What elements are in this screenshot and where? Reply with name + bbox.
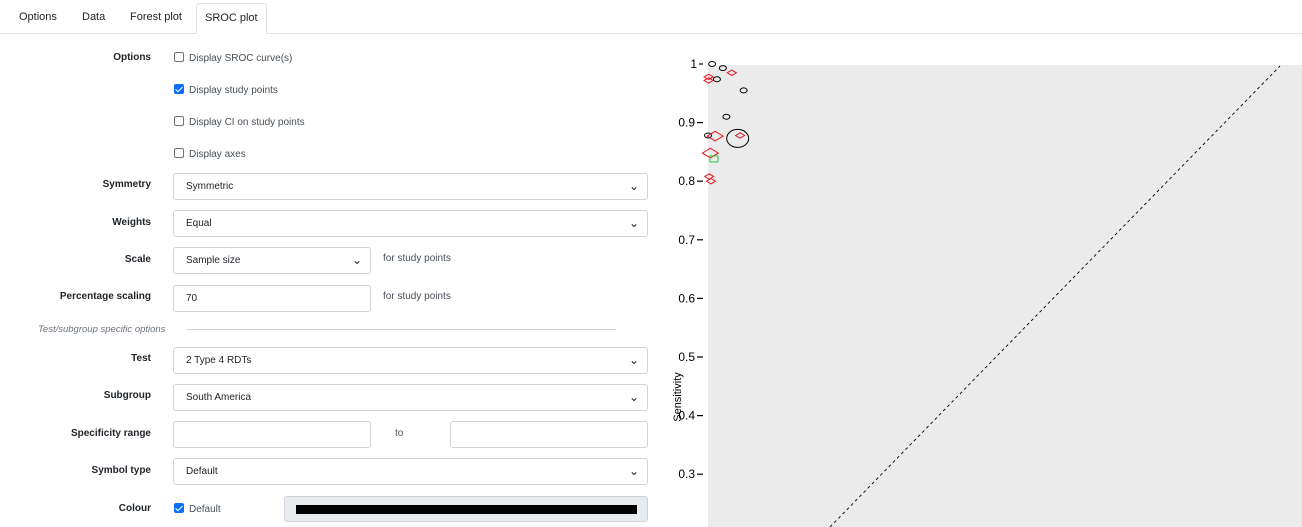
section-divider bbox=[186, 329, 616, 330]
scale-note: for study points bbox=[383, 253, 451, 264]
symmetry-value: Symmetric bbox=[186, 181, 234, 192]
options-label: Options bbox=[113, 52, 151, 63]
display-ci-checkbox[interactable]: Display CI on study points bbox=[174, 116, 305, 128]
tab-forest-plot[interactable]: Forest plot bbox=[122, 3, 190, 34]
subgroup-select[interactable]: South America ⌄ bbox=[173, 384, 648, 411]
symmetry-select[interactable]: Symmetric ⌄ bbox=[173, 173, 648, 200]
specificity-to-label: to bbox=[395, 428, 404, 439]
colour-label: Colour bbox=[118, 503, 151, 514]
display-axes-checkbox[interactable]: Display axes bbox=[174, 148, 246, 160]
subgroup-label: Subgroup bbox=[103, 390, 151, 401]
chevron-down-icon: ⌄ bbox=[628, 353, 639, 367]
colour-swatch bbox=[296, 505, 637, 514]
sroc-plot: Sensitivity 10.90.80.70.60.50.40.30.2 bbox=[667, 45, 1302, 527]
checkbox-icon[interactable] bbox=[174, 52, 184, 62]
tab-bar: Options Data Forest plot SROC plot bbox=[0, 0, 1302, 34]
tab-sroc-plot[interactable]: SROC plot bbox=[196, 3, 267, 34]
specificity-from-input[interactable] bbox=[173, 421, 371, 448]
symbol-type-label: Symbol type bbox=[91, 465, 151, 476]
checkbox-icon[interactable] bbox=[174, 116, 184, 126]
y-tick-label: 0.7 bbox=[678, 233, 695, 247]
checkbox-label: Display axes bbox=[189, 149, 246, 160]
specificity-to-input[interactable] bbox=[450, 421, 648, 448]
y-tick-label: 1 bbox=[690, 57, 697, 71]
weights-label: Weights bbox=[112, 217, 151, 228]
display-study-points-checkbox[interactable]: Display study points bbox=[174, 84, 278, 96]
checkbox-icon[interactable] bbox=[174, 503, 184, 513]
symbol-type-select[interactable]: Default ⌄ bbox=[173, 458, 648, 485]
symmetry-label: Symmetry bbox=[102, 179, 151, 190]
scale-value: Sample size bbox=[186, 255, 241, 266]
checkbox-label: Display study points bbox=[189, 85, 278, 96]
chevron-down-icon: ⌄ bbox=[628, 464, 639, 478]
y-tick-label: 0.5 bbox=[678, 350, 695, 364]
chevron-down-icon: ⌄ bbox=[351, 253, 362, 267]
specificity-range-label: Specificity range bbox=[70, 428, 151, 439]
chevron-down-icon: ⌄ bbox=[628, 216, 639, 230]
y-tick-label: 0.3 bbox=[678, 467, 695, 481]
y-tick-label: 0.6 bbox=[678, 291, 695, 305]
y-tick-label: 0.4 bbox=[678, 409, 695, 423]
tab-data[interactable]: Data bbox=[74, 3, 113, 34]
symbol-type-value: Default bbox=[186, 466, 218, 477]
colour-default-checkbox[interactable]: Default bbox=[174, 503, 221, 515]
colour-picker[interactable] bbox=[284, 496, 648, 522]
tab-options[interactable]: Options bbox=[11, 3, 65, 34]
section-title: Test/subgroup specific options bbox=[38, 324, 166, 335]
checkbox-label: Display CI on study points bbox=[189, 117, 305, 128]
test-value: 2 Type 4 RDTs bbox=[186, 355, 252, 366]
test-select[interactable]: 2 Type 4 RDTs ⌄ bbox=[173, 347, 648, 374]
display-sroc-curve-checkbox[interactable]: Display SROC curve(s) bbox=[174, 52, 292, 64]
subgroup-value: South America bbox=[186, 392, 252, 403]
percentage-scaling-input[interactable]: 70 bbox=[173, 285, 371, 312]
checkbox-icon[interactable] bbox=[174, 148, 184, 158]
weights-select[interactable]: Equal ⌄ bbox=[173, 210, 648, 237]
percentage-scaling-value: 70 bbox=[186, 293, 198, 304]
colour-default-label: Default bbox=[189, 504, 221, 515]
y-tick-label: 0.8 bbox=[678, 174, 695, 188]
percentage-scaling-note: for study points bbox=[383, 291, 451, 302]
checkbox-label: Display SROC curve(s) bbox=[189, 53, 293, 64]
weights-value: Equal bbox=[186, 218, 212, 229]
y-tick-label: 0.9 bbox=[678, 116, 695, 130]
test-label: Test bbox=[131, 353, 151, 364]
checkbox-icon[interactable] bbox=[174, 84, 184, 94]
y-axis-ticks: 10.90.80.70.60.50.40.30.2 bbox=[678, 57, 703, 527]
scale-select[interactable]: Sample size ⌄ bbox=[173, 247, 371, 274]
chevron-down-icon: ⌄ bbox=[628, 390, 639, 404]
chevron-down-icon: ⌄ bbox=[628, 179, 639, 193]
scale-label: Scale bbox=[124, 254, 151, 265]
sroc-plot-svg: Sensitivity 10.90.80.70.60.50.40.30.2 bbox=[672, 57, 1302, 527]
percentage-scaling-label: Percentage scaling bbox=[59, 291, 151, 302]
